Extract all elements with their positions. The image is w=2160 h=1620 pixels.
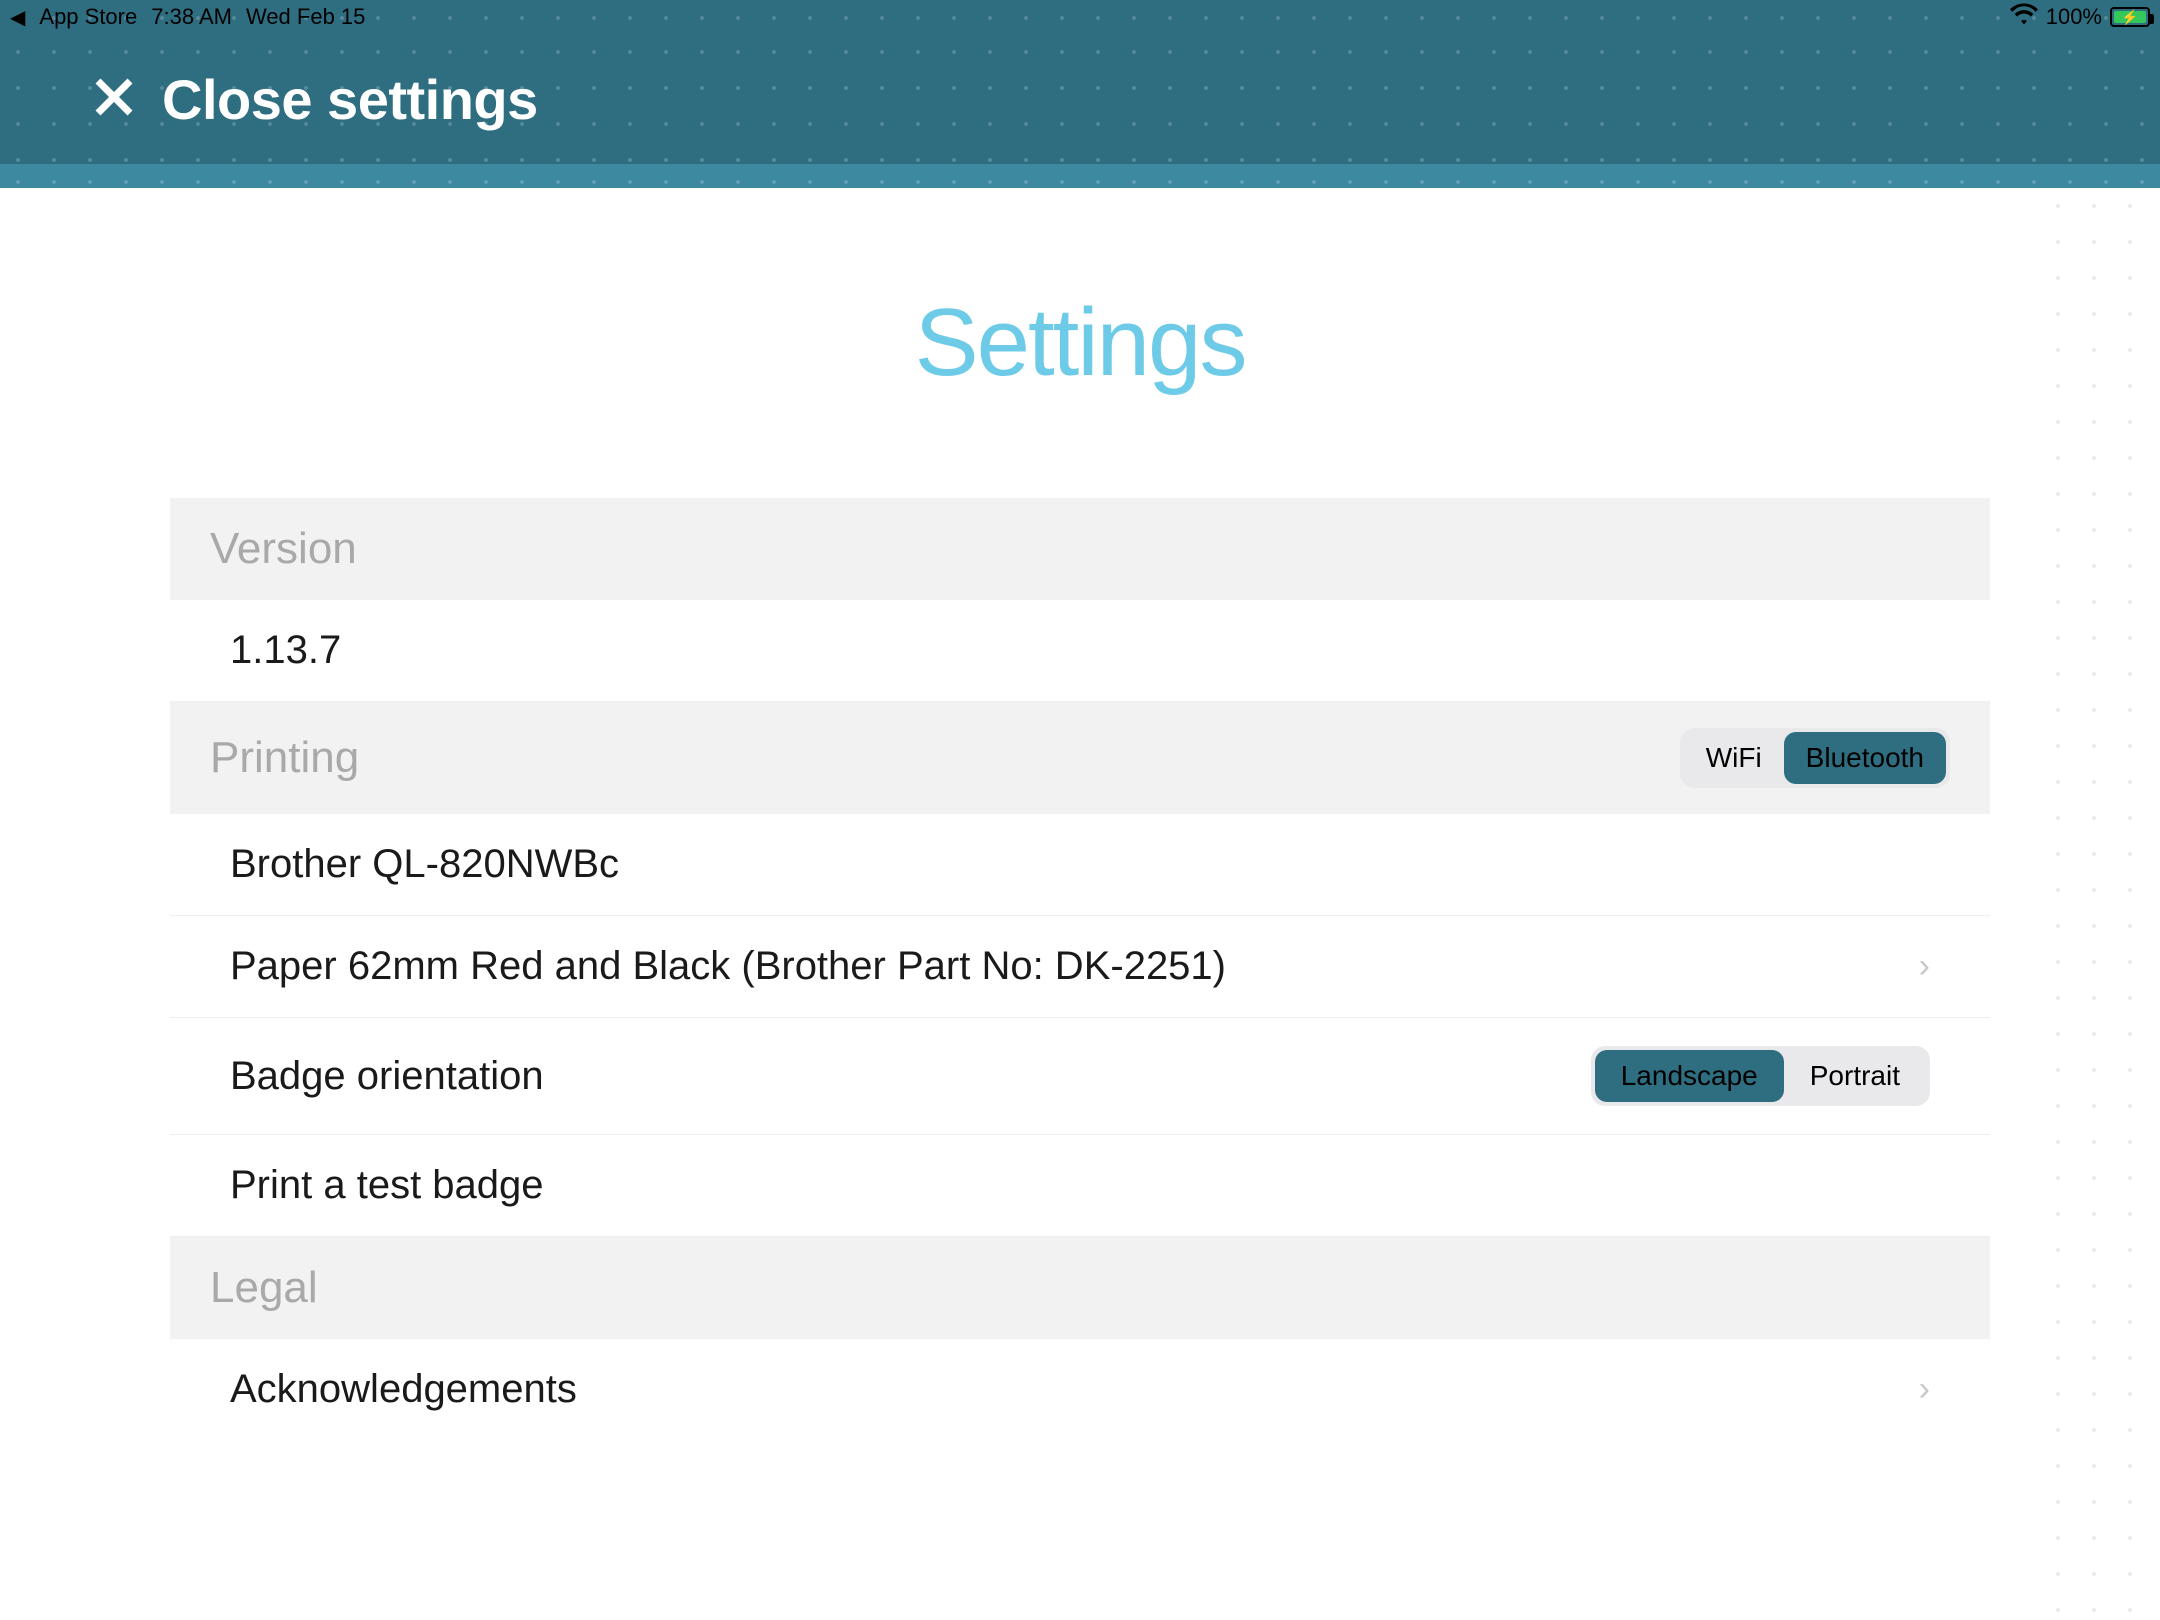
- header-bar: Close settings: [0, 34, 2160, 164]
- paper-row[interactable]: Paper 62mm Red and Black (Brother Part N…: [170, 916, 1990, 1018]
- close-settings-button[interactable]: Close settings: [162, 67, 538, 132]
- test-badge-row[interactable]: Print a test badge: [170, 1135, 1990, 1237]
- status-bar: ◀ App Store 7:38 AM Wed Feb 15 100% ⚡: [0, 0, 2160, 34]
- header-accent-strip: [0, 164, 2160, 188]
- wifi-icon: [2010, 3, 2038, 31]
- orientation-label: Badge orientation: [230, 1054, 544, 1099]
- page-title: Settings: [0, 288, 2160, 398]
- version-value: 1.13.7: [230, 628, 341, 673]
- orientation-segmented: Landscape Portrait: [1591, 1046, 1930, 1106]
- paper-label: Paper 62mm Red and Black (Brother Part N…: [230, 944, 1226, 989]
- version-row: 1.13.7: [170, 600, 1990, 702]
- test-badge-label: Print a test badge: [230, 1163, 544, 1208]
- orientation-option-portrait[interactable]: Portrait: [1784, 1050, 1926, 1102]
- close-icon[interactable]: [90, 73, 138, 126]
- settings-content: Version 1.13.7 Printing WiFi Bluetooth B…: [170, 498, 1990, 1440]
- section-header-version: Version: [170, 498, 1990, 600]
- printer-row[interactable]: Brother QL-820NWBc: [170, 814, 1990, 916]
- status-time: 7:38 AM: [151, 4, 232, 30]
- status-back-label[interactable]: App Store: [39, 4, 137, 30]
- section-header-version-label: Version: [210, 524, 357, 574]
- battery-icon: ⚡: [2110, 7, 2150, 27]
- section-header-legal: Legal: [170, 1237, 1990, 1339]
- acknowledgements-row[interactable]: Acknowledgements ›: [170, 1339, 1990, 1440]
- decorative-dots: [2040, 188, 2160, 1620]
- connection-option-wifi[interactable]: WiFi: [1684, 732, 1784, 784]
- printer-name: Brother QL-820NWBc: [230, 842, 619, 887]
- status-date: Wed Feb 15: [246, 4, 365, 30]
- orientation-row: Badge orientation Landscape Portrait: [170, 1018, 1990, 1135]
- chevron-right-icon: ›: [1919, 1370, 1930, 1409]
- back-arrow-icon[interactable]: ◀: [10, 5, 25, 30]
- section-header-printing: Printing WiFi Bluetooth: [170, 702, 1990, 814]
- section-header-printing-label: Printing: [210, 733, 359, 783]
- connection-segmented: WiFi Bluetooth: [1680, 728, 1950, 788]
- section-header-legal-label: Legal: [210, 1263, 318, 1313]
- chevron-right-icon: ›: [1919, 947, 1930, 986]
- connection-option-bluetooth[interactable]: Bluetooth: [1784, 732, 1946, 784]
- orientation-option-landscape[interactable]: Landscape: [1595, 1050, 1784, 1102]
- acknowledgements-label: Acknowledgements: [230, 1367, 577, 1412]
- battery-percentage: 100%: [2046, 4, 2102, 30]
